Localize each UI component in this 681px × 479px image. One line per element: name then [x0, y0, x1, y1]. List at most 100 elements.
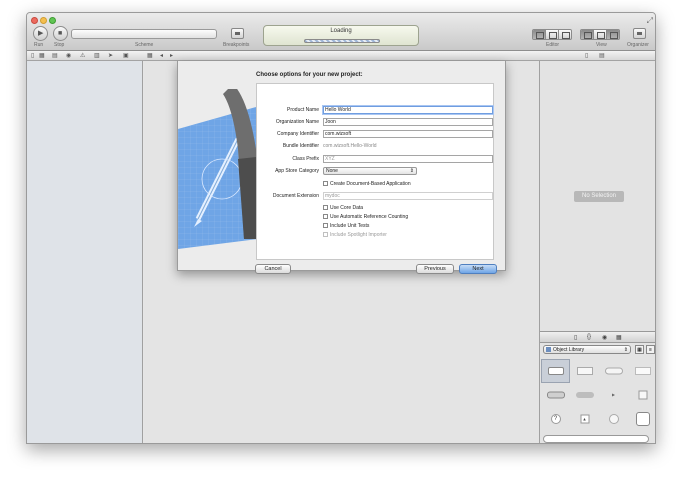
activity-viewer: Loading [263, 25, 419, 46]
cancel-button[interactable]: Cancel [255, 264, 291, 274]
product-name-label: Product Name [287, 107, 319, 113]
document-extension-input[interactable]: mydoc [323, 192, 493, 200]
app-store-category-row: App Store Category None ⇕ [257, 167, 495, 176]
debug-navigator-icon[interactable]: ▥ [94, 53, 100, 59]
log-navigator-icon[interactable]: ▣ [123, 53, 129, 59]
icon-view-button[interactable]: ▦ [635, 345, 644, 354]
organization-name-label: Organization Name [275, 119, 319, 125]
assistant-editor-icon[interactable] [546, 30, 559, 39]
arc-label: Use Automatic Reference Counting [330, 214, 409, 220]
play-icon: ▶ [38, 30, 44, 37]
jump-bar: ▯ ▦ ▤ ◉ ⚠ ▥ ➤ ▣ ▦ ◂ ▸ ▯ ▤ [27, 51, 655, 61]
product-name-input[interactable]: Hello World [323, 106, 493, 114]
previous-button[interactable]: Previous [416, 264, 454, 274]
zoom-window-button[interactable] [49, 17, 56, 24]
library-item-round-button[interactable] [599, 407, 628, 431]
breakpoint-navigator-icon[interactable]: ➤ [108, 53, 113, 59]
options-form: Product Name Hello World Organization Na… [256, 83, 494, 260]
library-select-value: Object Library [553, 347, 585, 353]
run-button[interactable]: ▶ [33, 26, 48, 41]
view-segmented-control[interactable] [580, 29, 620, 40]
stop-button[interactable]: ■ [53, 26, 68, 41]
library-item-bevel-button[interactable] [628, 407, 655, 431]
list-view-button[interactable]: ≡ [646, 345, 655, 354]
library-item-help-button[interactable]: ? [541, 407, 570, 431]
library-item-text-view[interactable] [628, 359, 655, 383]
navigator-area [27, 61, 143, 443]
new-project-options-sheet: Choose options for your new project: Pro… [177, 61, 506, 274]
organization-name-input[interactable]: Joon [323, 118, 493, 126]
search-navigator-icon[interactable]: ◉ [66, 53, 71, 59]
related-files-icon[interactable]: ▦ [147, 53, 153, 59]
company-identifier-input[interactable]: com.wizsoft [323, 130, 493, 138]
library-item-segmented-control[interactable] [541, 383, 570, 407]
standard-editor-icon[interactable] [533, 30, 546, 39]
next-button[interactable]: Next [459, 264, 497, 274]
organizer-button[interactable] [633, 28, 646, 39]
library-select[interactable]: Object Library ⇕ [543, 345, 631, 354]
unit-tests-row: Include Unit Tests [257, 222, 495, 231]
activity-progress-bar [304, 39, 380, 43]
class-prefix-row: Class Prefix XYZ [257, 155, 495, 164]
quick-help-icon[interactable]: ▤ [599, 53, 605, 59]
file-inspector-icon[interactable]: ▯ [585, 53, 588, 59]
checkbox-box [323, 232, 328, 237]
checkbox-box [323, 214, 328, 219]
library-item-box[interactable] [628, 383, 655, 407]
breakpoints-button[interactable] [231, 28, 244, 39]
class-prefix-label: Class Prefix [292, 156, 319, 162]
library-filter-field[interactable] [543, 435, 649, 443]
scheme-popup[interactable] [71, 29, 217, 39]
minimize-window-button[interactable] [40, 17, 47, 24]
document-based-row: Create Document-Based Application [257, 180, 495, 189]
object-library-swatch-icon [546, 347, 551, 352]
issue-navigator-icon[interactable]: ⚠ [80, 53, 85, 59]
library-item-stepper[interactable]: ▴ [570, 407, 599, 431]
bundle-identifier-row: Bundle Identifier com.wizsoft.Hello-Worl… [257, 142, 495, 151]
library-item-text-field[interactable] [570, 359, 599, 383]
file-template-library-icon[interactable]: ▯ [574, 334, 577, 341]
close-window-button[interactable] [31, 17, 38, 24]
checkbox-box [323, 205, 328, 210]
editor-segmented-control[interactable] [532, 29, 572, 40]
checkbox-box [323, 223, 328, 228]
bundle-identifier-label: Bundle Identifier [282, 143, 319, 149]
object-library-grid: ▸ ? ▴ [540, 357, 655, 433]
breakpoints-label: Breakpoints [223, 42, 250, 48]
utilities-toggle-icon[interactable] [607, 30, 619, 39]
arc-checkbox[interactable]: Use Automatic Reference Counting [323, 213, 408, 221]
library-item-rounded-button[interactable] [599, 359, 628, 383]
navigator-selector-icon[interactable]: ▯ [31, 53, 34, 59]
fullscreen-icon[interactable]: ⤢ [647, 16, 653, 26]
forward-icon[interactable]: ▸ [170, 53, 173, 59]
library-item-slider[interactable] [570, 383, 599, 407]
library-item-disclosure[interactable]: ▸ [599, 383, 628, 407]
stop-icon: ■ [58, 30, 63, 37]
version-editor-icon[interactable] [559, 30, 571, 39]
document-based-checkbox[interactable]: Create Document-Based Application [323, 180, 411, 188]
class-prefix-input[interactable]: XYZ [323, 155, 493, 163]
view-label: View [596, 42, 607, 48]
app-store-category-value: None [326, 168, 338, 174]
library-toolbar: ▯ {} ◉ ▦ [540, 331, 655, 343]
navigator-toggle-icon[interactable] [581, 30, 594, 39]
editor-label: Editor [546, 42, 560, 48]
app-store-category-label: App Store Category [275, 168, 319, 174]
utilities-area: No Selection ▯ {} ◉ ▦ Object Library ⇕ ▦… [539, 61, 655, 443]
spotlight-checkbox[interactable]: Include Spotlight Importer [323, 231, 387, 239]
project-navigator-icon[interactable]: ▦ [39, 53, 45, 59]
media-library-icon[interactable]: ▦ [616, 334, 622, 341]
run-label: Run [34, 42, 44, 48]
unit-tests-checkbox[interactable]: Include Unit Tests [323, 222, 369, 230]
library-item-label[interactable] [541, 359, 570, 383]
debug-area-toggle-icon[interactable] [594, 30, 607, 39]
unit-tests-label: Include Unit Tests [330, 223, 370, 229]
object-library-icon[interactable]: ◉ [602, 334, 607, 341]
bundle-identifier-value: com.wizsoft.Hello-World [323, 143, 377, 149]
symbol-navigator-icon[interactable]: ▤ [52, 53, 58, 59]
code-snippet-library-icon[interactable]: {} [587, 334, 591, 340]
app-store-category-select[interactable]: None ⇕ [323, 167, 417, 175]
core-data-checkbox[interactable]: Use Core Data [323, 204, 363, 212]
back-icon[interactable]: ◂ [160, 53, 163, 59]
checkbox-box [323, 181, 328, 186]
